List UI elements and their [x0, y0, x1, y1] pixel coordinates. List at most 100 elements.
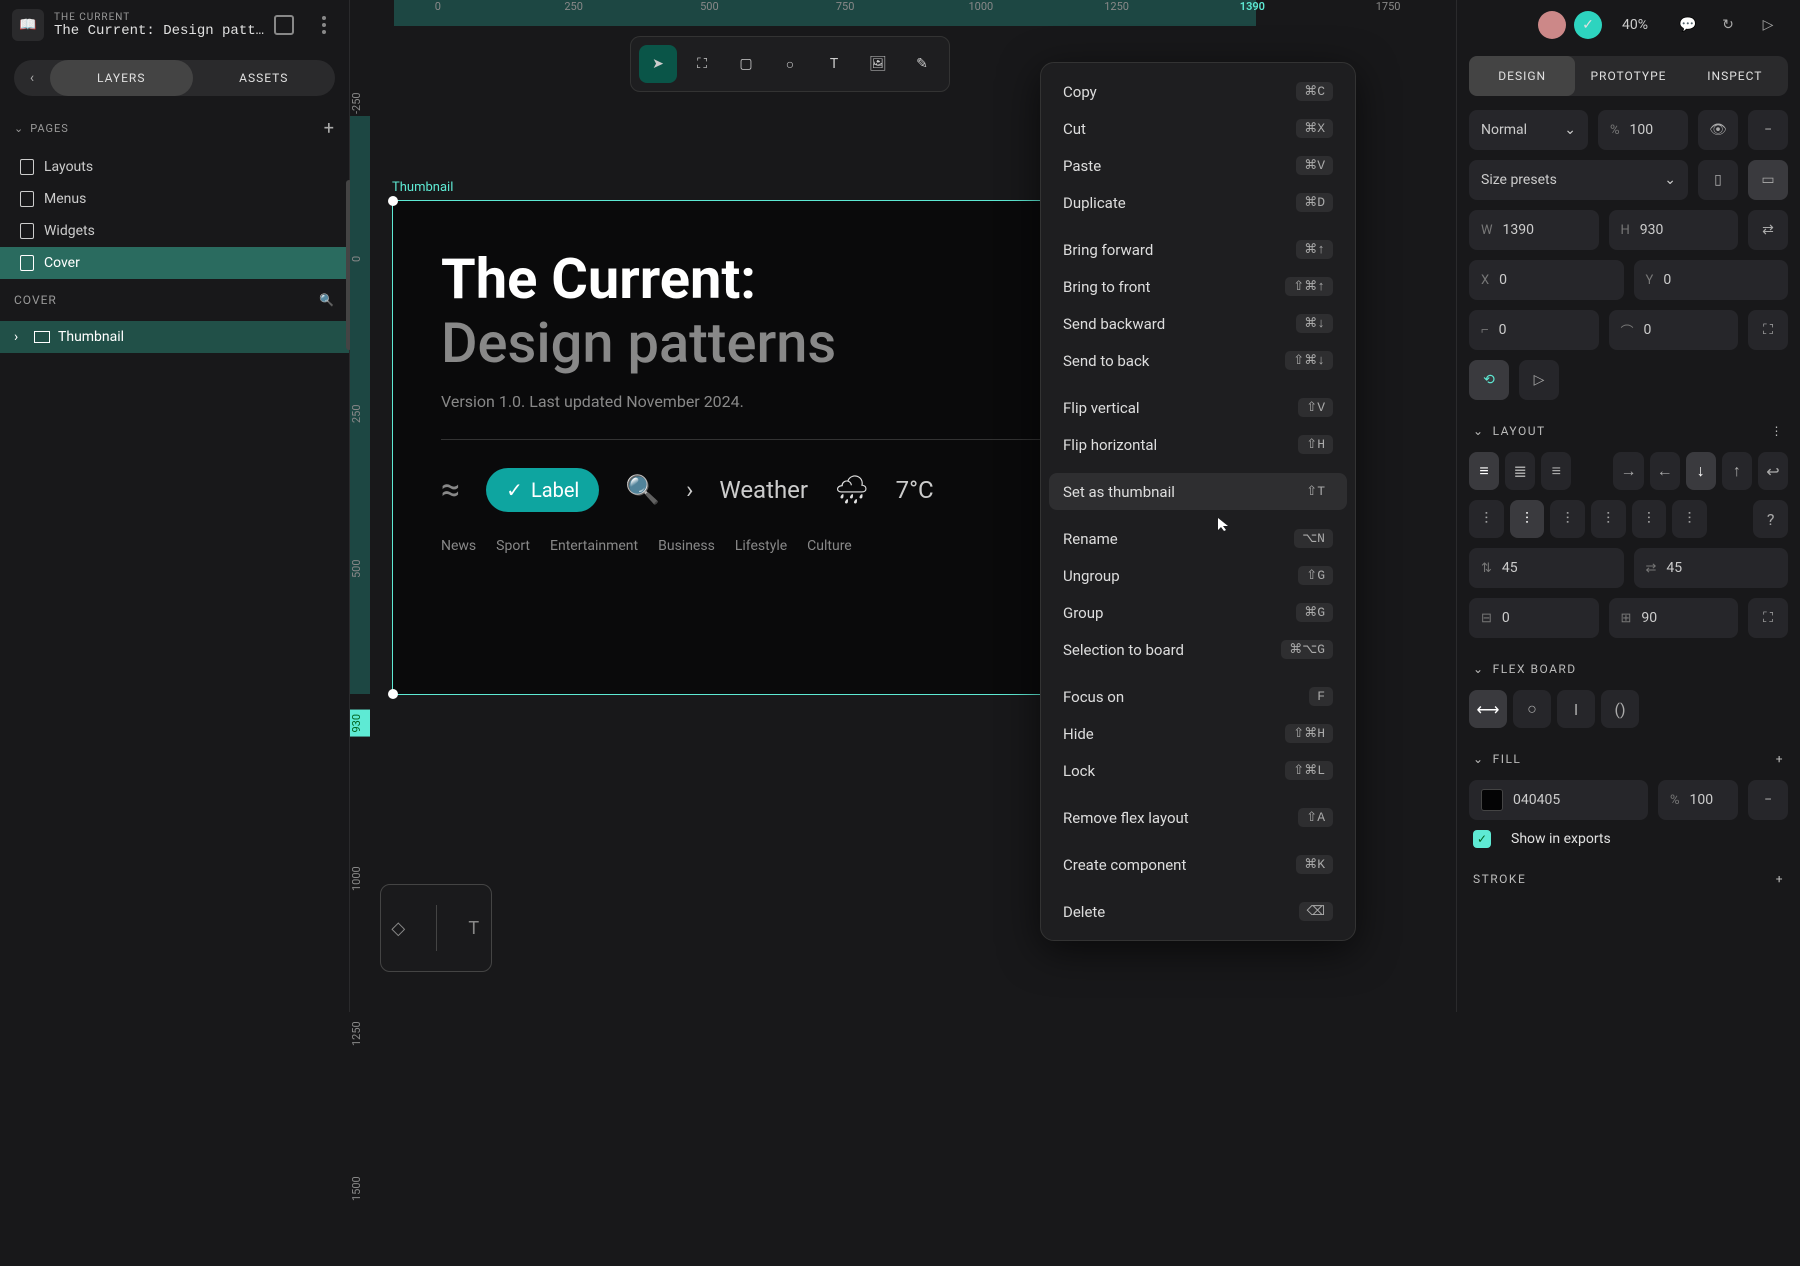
play-prototype[interactable]: ▷ [1519, 360, 1559, 400]
valign-top[interactable]: ⫶ [1469, 500, 1504, 538]
clip-content-toggle[interactable]: ⟲ [1469, 360, 1509, 400]
menu-selection-to-board[interactable]: Selection to board⌘⌥G [1049, 631, 1347, 668]
dir-wrap[interactable]: ↩ [1758, 452, 1788, 490]
layer-item-thumbnail[interactable]: › Thumbnail [0, 321, 349, 353]
dir-down[interactable]: ↓ [1686, 452, 1716, 490]
valign-stretch3[interactable]: ⫶ [1672, 500, 1707, 538]
menu-create-component[interactable]: Create component⌘K [1049, 846, 1347, 883]
text-style-icon[interactable]: T [456, 918, 491, 939]
rotation-input[interactable]: ⌐0 [1469, 310, 1599, 350]
page-item-widgets[interactable]: Widgets [0, 215, 349, 247]
app-logo[interactable]: 📖 [12, 9, 44, 41]
frame-label[interactable]: Thumbnail [392, 180, 453, 195]
link-dimensions[interactable]: ⇄ [1748, 210, 1788, 250]
help-icon[interactable]: ? [1753, 500, 1788, 538]
opacity-input[interactable]: %100 [1598, 110, 1688, 150]
flex-fill[interactable]: ○ [1513, 690, 1551, 728]
orientation-portrait[interactable]: ▯ [1698, 160, 1738, 200]
valign-stretch1[interactable]: ⫶ [1591, 500, 1626, 538]
align-center-h[interactable]: ≣ [1505, 452, 1535, 490]
remove-fill-button[interactable]: − [1748, 780, 1788, 820]
user-avatar[interactable] [1538, 11, 1566, 39]
page-item-menus[interactable]: Menus [0, 183, 349, 215]
tab-design[interactable]: DESIGN [1469, 56, 1575, 96]
menu-flip-vertical[interactable]: Flip vertical⇧V [1049, 389, 1347, 426]
menu-remove-flex-layout[interactable]: Remove flex layout⇧A [1049, 799, 1347, 836]
ellipse-tool[interactable]: ○ [771, 45, 809, 83]
pad-h-input[interactable]: ⊞90 [1609, 598, 1739, 638]
more-icon[interactable] [310, 11, 338, 39]
pad-v-input[interactable]: ⊟0 [1469, 598, 1599, 638]
align-right[interactable]: ≡ [1541, 452, 1571, 490]
menu-hide[interactable]: Hide⇧⌘H [1049, 715, 1347, 752]
flex-hug-h[interactable]: () [1601, 690, 1639, 728]
height-input[interactable]: H930 [1609, 210, 1739, 250]
chevron-down-icon[interactable]: ⌄ [1473, 424, 1485, 438]
menu-copy[interactable]: Copy⌘C [1049, 73, 1347, 110]
show-exports-checkbox[interactable]: ✓ [1473, 830, 1491, 848]
fill-opacity-input[interactable]: %100 [1658, 780, 1738, 820]
menu-ungroup[interactable]: Ungroup⇧G [1049, 557, 1347, 594]
chevron-down-icon[interactable]: ⌄ [1473, 662, 1485, 676]
radius-input[interactable]: ⌒0 [1609, 310, 1739, 350]
menu-cut[interactable]: Cut⌘X [1049, 110, 1347, 147]
select-tool[interactable]: ➤ [639, 45, 677, 83]
add-stroke-button[interactable]: + [1776, 872, 1784, 886]
dir-up[interactable]: ↑ [1722, 452, 1752, 490]
menu-duplicate[interactable]: Duplicate⌘D [1049, 184, 1347, 221]
gap-row-input[interactable]: ⇅45 [1469, 548, 1624, 588]
valign-stretch2[interactable]: ⫶ [1632, 500, 1667, 538]
pen-tool[interactable]: ✎ [903, 45, 941, 83]
menu-lock[interactable]: Lock⇧⌘L [1049, 752, 1347, 789]
x-input[interactable]: X0 [1469, 260, 1624, 300]
add-page-button[interactable]: + [324, 118, 335, 139]
comment-icon[interactable]: 💬 [1674, 11, 1702, 39]
tab-assets[interactable]: ASSETS [193, 60, 336, 96]
page-item-cover[interactable]: Cover [0, 247, 349, 279]
menu-send-backward[interactable]: Send backward⌘↓ [1049, 305, 1347, 342]
dir-right[interactable]: → [1613, 452, 1643, 490]
text-tool[interactable]: T [815, 45, 853, 83]
orientation-landscape[interactable]: ▭ [1748, 160, 1788, 200]
menu-bring-to-front[interactable]: Bring to front⇧⌘↑ [1049, 268, 1347, 305]
expand-radius[interactable]: ⛶ [1748, 310, 1788, 350]
search-layers-icon[interactable]: 🔍 [319, 293, 335, 307]
add-fill-button[interactable]: + [1776, 752, 1784, 766]
rect-tool[interactable]: ▢ [727, 45, 765, 83]
resize-handle-bl[interactable] [388, 689, 398, 699]
layout-more-icon[interactable]: ⋮ [1771, 424, 1785, 438]
chevron-right-icon[interactable]: › [14, 329, 26, 345]
color-text-panel[interactable]: ◇ T [380, 884, 492, 972]
menu-delete[interactable]: Delete⌫ [1049, 893, 1347, 930]
frame-tool[interactable]: ⛶ [683, 45, 721, 83]
fill-color-input[interactable]: 040405 [1469, 780, 1648, 820]
menu-flip-horizontal[interactable]: Flip horizontal⇧H [1049, 426, 1347, 463]
panel-icon[interactable] [270, 11, 298, 39]
visibility-toggle[interactable]: 👁 [1698, 110, 1738, 150]
menu-bring-forward[interactable]: Bring forward⌘↑ [1049, 231, 1347, 268]
tab-prototype[interactable]: PROTOTYPE [1575, 56, 1681, 96]
padding-expand[interactable]: ⛶ [1748, 598, 1788, 638]
project-title[interactable]: The Current: Design patt… [54, 23, 264, 39]
image-tool[interactable]: 🖼 [859, 45, 897, 83]
history-icon[interactable]: ↻ [1714, 11, 1742, 39]
menu-send-to-back[interactable]: Send to back⇧⌘↓ [1049, 342, 1347, 379]
valign-bottom[interactable]: ⫶ [1550, 500, 1585, 538]
remove-button[interactable]: − [1748, 110, 1788, 150]
back-button[interactable]: ‹ [14, 60, 50, 96]
menu-group[interactable]: Group⌘G [1049, 594, 1347, 631]
menu-paste[interactable]: Paste⌘V [1049, 147, 1347, 184]
width-input[interactable]: W1390 [1469, 210, 1599, 250]
gap-col-input[interactable]: ⇄45 [1634, 548, 1789, 588]
zoom-level[interactable]: 40% [1622, 17, 1648, 33]
dir-left[interactable]: ← [1650, 452, 1680, 490]
y-input[interactable]: Y0 [1634, 260, 1789, 300]
tab-layers[interactable]: LAYERS [50, 60, 193, 96]
play-icon[interactable]: ▷ [1754, 11, 1782, 39]
chevron-down-icon[interactable]: ⌄ [1473, 752, 1485, 766]
color-swatch[interactable] [1481, 789, 1503, 811]
menu-set-as-thumbnail[interactable]: Set as thumbnail⇧T [1049, 473, 1347, 510]
menu-rename[interactable]: Rename⌥N [1049, 520, 1347, 557]
color-picker-icon[interactable]: ◇ [381, 918, 416, 939]
align-left[interactable]: ≡ [1469, 452, 1499, 490]
